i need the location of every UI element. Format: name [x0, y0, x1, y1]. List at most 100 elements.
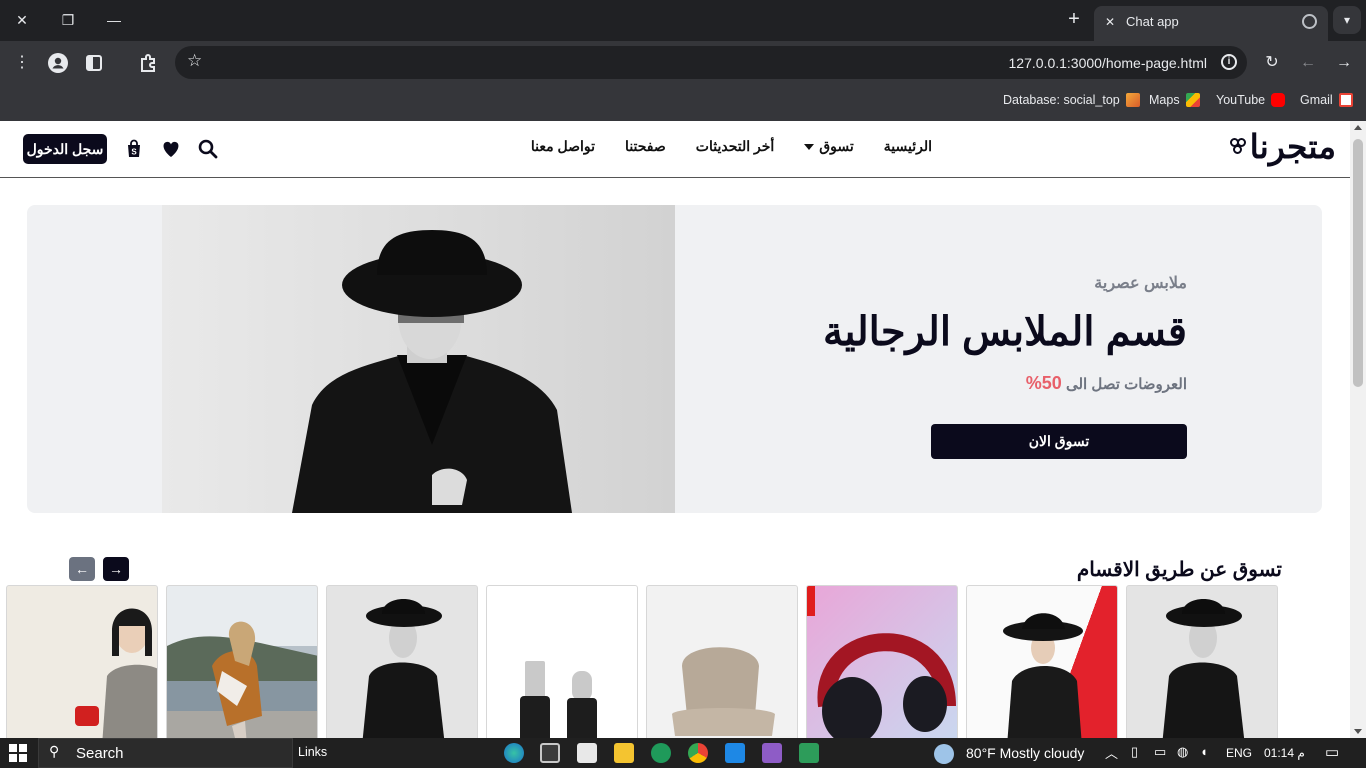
page-scrollbar[interactable] — [1350, 121, 1366, 738]
profile-icon[interactable] — [46, 51, 70, 75]
network-globe-icon[interactable]: ◍ — [1177, 744, 1188, 760]
bookmarks-bar: Database: social_top Maps YouTube Gmail — [0, 84, 1366, 121]
caret-down-icon — [804, 143, 815, 150]
nav-our-page[interactable]: صفحتنا — [625, 138, 666, 155]
nav-label: تسوق — [819, 138, 854, 154]
tab-close-icon[interactable]: ✕ — [1102, 14, 1118, 30]
scroll-down-icon[interactable] — [1354, 729, 1362, 734]
login-button[interactable]: سجل الدخول — [23, 134, 107, 164]
gmail-icon — [1338, 93, 1353, 107]
bookmark-label: Database: social_top — [1003, 93, 1120, 107]
notification-icon[interactable]: ▭ — [1325, 743, 1339, 761]
category-card[interactable] — [326, 585, 478, 738]
chevron-up-icon[interactable]: ︿ — [1105, 743, 1118, 762]
bookmark-maps[interactable]: Maps — [1149, 93, 1200, 107]
site-header: متجرنا الرئيسية تسوق أخر التحديثات صفحتن… — [0, 121, 1350, 178]
browser-tabbar: ✕ ❐ — + ✕ Chat app ▾ — [0, 0, 1366, 41]
shopping-bag-icon[interactable]: S — [123, 138, 145, 160]
device-icon[interactable]: ▯ — [1131, 744, 1138, 760]
category-card[interactable] — [966, 585, 1118, 738]
search-icon: ⚲ — [49, 743, 60, 759]
weather-text[interactable]: 80°F Mostly cloudy — [966, 745, 1084, 761]
site-logo[interactable]: متجرنا — [1229, 127, 1336, 166]
browser-tab[interactable]: ✕ Chat app — [1094, 6, 1328, 41]
nav-label: الرئيسية — [883, 138, 932, 154]
volume-icon[interactable]: ◖ — [1200, 744, 1208, 759]
address-url[interactable]: 127.0.0.1:3000/home-page.html — [1009, 55, 1207, 71]
search-icon[interactable] — [197, 138, 219, 160]
new-tab-icon[interactable]: + — [1062, 8, 1086, 32]
back-arrow-icon[interactable]: ← — [1296, 51, 1320, 75]
battery-icon[interactable]: ▭ — [1154, 744, 1166, 760]
clock[interactable]: 01:14 م — [1264, 746, 1305, 760]
links-toolbar[interactable]: Links — [298, 745, 327, 759]
bookmark-star-icon[interactable]: ☆ — [187, 51, 202, 71]
tab-title: Chat app — [1126, 14, 1179, 29]
nav-contact[interactable]: تواصل معنا — [531, 138, 595, 155]
windows-start-icon[interactable] — [9, 744, 29, 764]
address-bar[interactable]: ☆ 127.0.0.1:3000/home-page.html i — [175, 46, 1247, 79]
upwork-icon[interactable] — [651, 743, 671, 763]
windows-taskbar: ⚲ Search Links 80°F Mostly cloudy ︿ ▯ ▭ … — [0, 738, 1366, 768]
category-card[interactable] — [486, 585, 638, 738]
offer-text: العروضات تصل الى — [1065, 376, 1187, 393]
minimize-window-icon[interactable]: — — [101, 9, 127, 31]
nav-label: تواصل معنا — [530, 138, 596, 154]
app-icon[interactable] — [799, 743, 819, 763]
menu-dots-icon[interactable]: ⋮ — [10, 51, 34, 75]
forward-arrow-icon[interactable]: → — [1332, 51, 1356, 75]
scroll-up-icon[interactable] — [1354, 125, 1362, 130]
svg-text:S: S — [131, 148, 137, 157]
restore-window-icon[interactable]: ❐ — [55, 9, 81, 31]
taskbar-search[interactable]: ⚲ Search — [38, 738, 293, 768]
category-card[interactable] — [166, 585, 318, 738]
visual-studio-icon[interactable] — [762, 743, 782, 763]
site-info-icon[interactable]: i — [1221, 54, 1237, 70]
logo-text: متجرنا — [1249, 128, 1336, 165]
warning-stack-icon — [1125, 93, 1140, 107]
close-window-icon[interactable]: ✕ — [9, 9, 35, 31]
extensions-icon[interactable] — [136, 51, 160, 75]
bookmark-label: Maps — [1149, 93, 1180, 107]
bookmark-gmail[interactable]: Gmail — [1300, 93, 1353, 107]
category-card[interactable] — [806, 585, 958, 738]
store-icon[interactable] — [540, 743, 560, 763]
bookmark-label: YouTube — [1216, 93, 1266, 107]
hero-text: ملابس عصرية قسم الملابس الرجالية العروضا… — [707, 205, 1187, 513]
category-card[interactable] — [6, 585, 158, 738]
nav-latest[interactable]: أخر التحديثات — [696, 138, 775, 155]
vscode-icon[interactable] — [725, 743, 745, 763]
nav-label: أخر التحديثات — [695, 138, 775, 154]
bookmark-youtube[interactable]: YouTube — [1216, 93, 1286, 107]
taskbar-search-label: Search — [76, 745, 124, 762]
offer-percent: 50% — [1025, 373, 1062, 393]
nav-label: صفحتنا — [625, 138, 666, 154]
hero-banner: ملابس عصرية قسم الملابس الرجالية العروضا… — [27, 205, 1322, 513]
reload-icon[interactable]: ↻ — [1260, 51, 1284, 75]
nav-shop[interactable]: تسوق — [804, 138, 854, 155]
mail-icon[interactable] — [577, 743, 597, 763]
shop-now-button[interactable]: تسوق الان — [931, 424, 1187, 459]
browser-toolbar: ⋮ ☆ 127.0.0.1:3000/home-page.html i ↻ ← … — [0, 41, 1366, 84]
main-nav: الرئيسية تسوق أخر التحديثات صفحتنا تواصل… — [531, 138, 932, 155]
bookmark-database[interactable]: Database: social_top — [1003, 93, 1140, 107]
tab-search-chevron-icon[interactable]: ▾ — [1333, 6, 1361, 34]
cubes-logo-icon — [1229, 137, 1248, 156]
categories-title: تسوق عن طريق الاقسام — [1076, 559, 1282, 581]
nav-home[interactable]: الرئيسية — [884, 138, 932, 155]
chrome-icon[interactable] — [688, 743, 708, 763]
next-arrow-icon[interactable]: → — [103, 557, 129, 581]
youtube-icon — [1271, 93, 1286, 107]
heart-icon[interactable] — [160, 138, 182, 160]
category-card[interactable] — [1126, 585, 1278, 738]
maps-icon — [1185, 93, 1200, 107]
hero-man-in-hat-image — [162, 205, 675, 513]
side-panel-icon[interactable] — [82, 51, 106, 75]
prev-arrow-icon[interactable]: ← — [69, 557, 95, 581]
language-indicator[interactable]: ENG — [1226, 746, 1252, 760]
scroll-thumb[interactable] — [1353, 139, 1363, 387]
edge-icon[interactable] — [504, 743, 524, 763]
category-card[interactable] — [646, 585, 798, 738]
weather-cloud-icon[interactable] — [934, 744, 954, 764]
file-explorer-icon[interactable] — [614, 743, 634, 763]
